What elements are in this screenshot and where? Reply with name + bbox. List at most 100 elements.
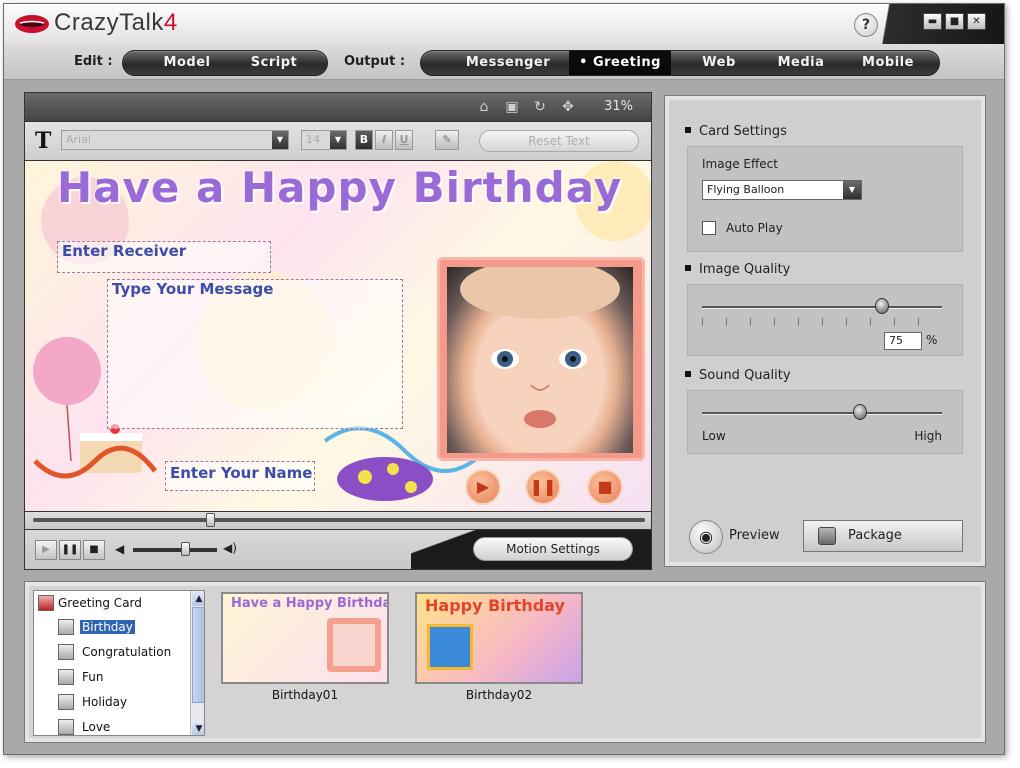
package-button[interactable]: Package [803,520,963,552]
template-library: Greeting Card Birthday Congratulation Fu… [24,581,986,743]
font-size-select[interactable]: 14 ▼ [301,130,347,150]
app-title: CrazyTalk4 [54,9,178,37]
help-button[interactable]: ? [854,13,878,37]
tree-item-label: Birthday [80,620,135,634]
slider-ticks [702,318,942,326]
message-field[interactable]: Type Your Message [107,279,403,429]
move-icon[interactable]: ✥ [559,98,577,116]
receiver-placeholder: Enter Receiver [62,242,187,260]
title-bar: CrazyTalk4 ? ▬ ■ ✕ [4,4,1004,44]
fit-view-icon[interactable]: ▣ [503,98,521,116]
edit-tab-group: Model Script [122,50,328,76]
tab-messenger[interactable]: Messenger [443,51,573,75]
thumbnail-preview-text: Have a Happy Birthday [231,596,389,611]
tab-greeting-label: Greeting [592,55,661,70]
sound-quality-slider[interactable] [853,404,868,420]
minimize-button[interactable]: ▬ [923,13,942,30]
image-effect-select[interactable]: Flying Balloon ▼ [702,180,862,200]
greeting-card-canvas: Have a Happy Birthday Enter Receiver Typ… [24,160,652,512]
home-icon[interactable]: ⌂ [475,98,493,116]
volume-slider[interactable] [180,542,190,556]
card-pause-button[interactable]: ❚❚ [525,469,561,505]
card-play-button[interactable]: ▶ [465,469,501,505]
volume-low-icon: ◀ [115,542,125,556]
image-quality-group: 75 % [687,284,963,356]
tab-script[interactable]: Script [231,51,317,75]
tree-item-holiday[interactable]: Holiday [82,693,127,711]
template-name-birthday02: Birthday02 [465,688,533,702]
timeline-track[interactable] [33,518,645,522]
stop-button[interactable]: ■ [83,540,105,560]
font-size-value: 14 [306,133,320,146]
maximize-button[interactable]: ■ [945,13,964,30]
package-icon [818,527,836,545]
image-effect-label: Image Effect [702,157,778,171]
card-title[interactable]: Have a Happy Birthday [57,163,622,212]
tree-root[interactable]: Greeting Card [58,594,142,612]
sender-name-field[interactable]: Enter Your Name [165,461,315,491]
tab-media[interactable]: Media [761,51,841,75]
sound-quality-track[interactable] [702,412,942,415]
volume-track[interactable] [133,548,217,552]
thumbnail-preview-text: Happy Birthday [425,596,565,615]
timeline-scrubber[interactable] [205,513,215,527]
tab-model[interactable]: Model [139,51,235,75]
output-label: Output : [344,54,406,69]
scroll-down-icon[interactable]: ▼ [192,722,204,735]
tab-mobile[interactable]: Mobile [845,51,931,75]
mode-bar: Edit : Model Script Output : Messenger •… [4,44,1004,80]
thumbnail-photo-frame [327,618,381,672]
tree-item-fun[interactable]: Fun [82,668,103,686]
image-quality-input[interactable]: 75 [884,332,922,350]
tree-item-love[interactable]: Love [82,718,110,735]
receiver-field[interactable]: Enter Receiver [57,241,271,273]
percent-unit: % [926,333,938,347]
sound-low-label: Low [702,429,726,443]
edit-label: Edit : [74,54,113,69]
close-button[interactable]: ✕ [967,13,986,30]
text-tool-icon: T [35,128,52,154]
app-version: 4 [163,9,178,36]
scroll-up-icon[interactable]: ▲ [192,592,204,606]
motion-settings-button[interactable]: Motion Settings [473,537,633,561]
template-thumbnail-birthday02[interactable]: Happy Birthday [415,592,583,684]
tree-item-congratulation[interactable]: Congratulation [82,643,171,661]
image-quality-slider[interactable] [875,298,889,314]
sound-quality-group: Low High [687,390,963,454]
auto-play-label: Auto Play [726,221,783,235]
package-label: Package [848,528,902,543]
message-placeholder: Type Your Message [112,280,274,298]
font-family-select[interactable]: Arial ▼ [61,130,289,150]
photo-frame [437,257,645,461]
italic-button[interactable]: I [375,130,393,150]
output-tab-group: Messenger • Greeting Web Media Mobile [420,50,940,76]
card-folder-icon [38,595,54,611]
playback-bar: ▶ ❚❚ ■ ◀ ◀) Motion Settings [24,530,652,570]
template-thumbnail-birthday01[interactable]: Have a Happy Birthday [221,592,389,684]
sound-quality-heading: Sound Quality [685,368,791,383]
viewer-toolbar: ⌂ ▣ ↻ ✥ 31% [24,92,652,122]
folder-icon [58,694,74,710]
play-button[interactable]: ▶ [35,540,57,560]
auto-play-checkbox[interactable] [702,221,716,235]
scroll-thumb[interactable] [192,607,204,703]
pause-button[interactable]: ❚❚ [59,540,81,560]
color-picker-icon[interactable]: ✎ [435,130,459,150]
face-photo[interactable] [447,259,633,453]
tree-scrollbar[interactable]: ▲ ▼ [190,591,204,735]
card-stop-button[interactable]: ■ [587,469,623,505]
zoom-level: 31% [604,99,633,114]
tab-greeting[interactable]: • Greeting [569,51,671,75]
tab-web[interactable]: Web [677,51,761,75]
reset-text-button[interactable]: Reset Text [479,130,639,152]
lips-logo-icon [15,15,49,33]
underline-button[interactable]: U [395,130,413,150]
chevron-down-icon: ▼ [330,131,346,149]
preview-label[interactable]: Preview [729,528,780,543]
eye-icon[interactable]: ◉ [689,520,723,554]
image-quality-track[interactable] [702,306,942,309]
bold-button[interactable]: B [355,130,373,150]
rotate-icon[interactable]: ↻ [531,98,549,116]
timeline-bar [24,512,652,530]
tree-item-birthday[interactable]: Birthday [80,618,135,636]
